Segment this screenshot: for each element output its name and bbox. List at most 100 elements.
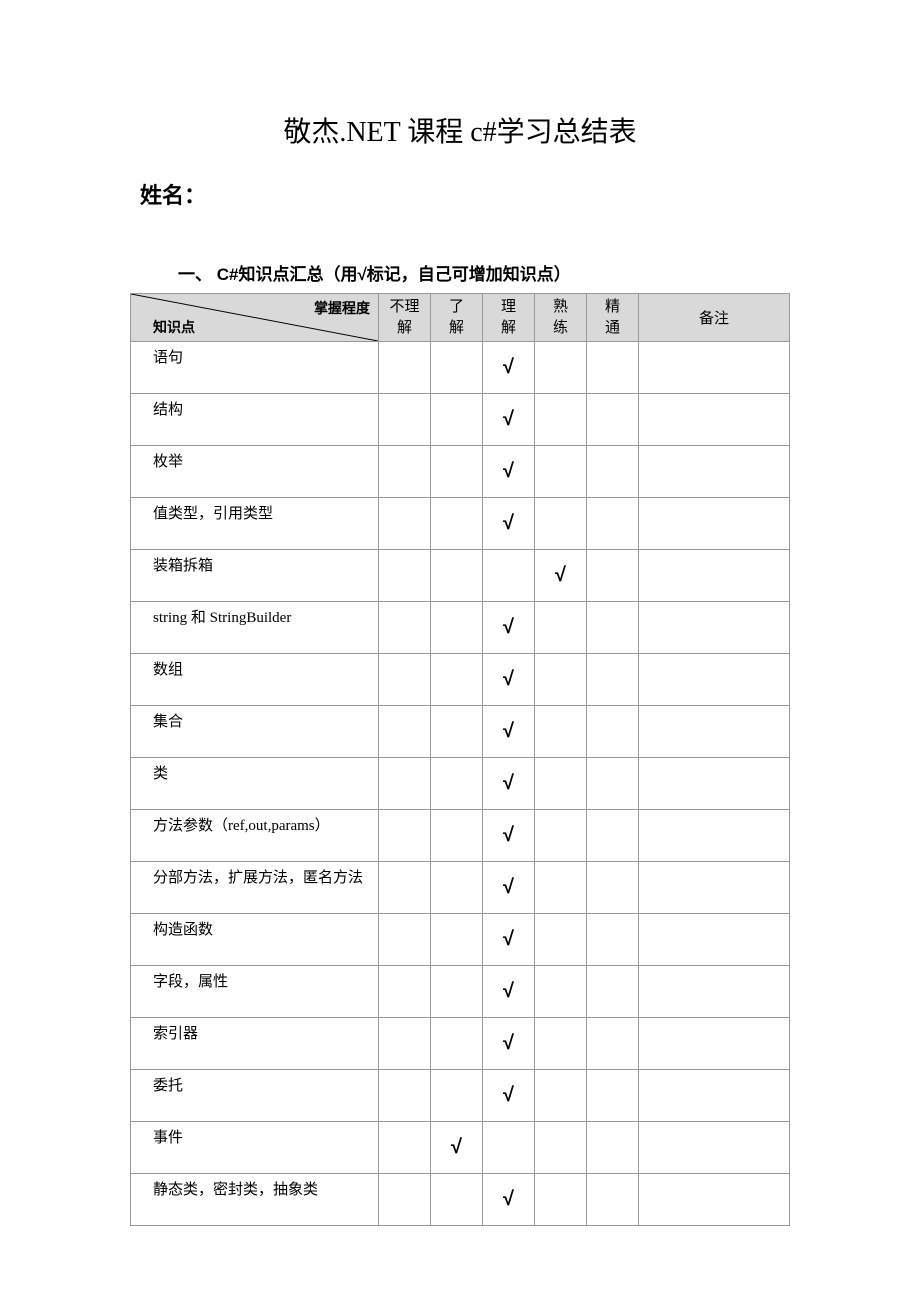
check-cell bbox=[431, 550, 483, 602]
check-cell bbox=[587, 758, 639, 810]
check-cell bbox=[587, 810, 639, 862]
check-cell bbox=[587, 1174, 639, 1226]
table-header-row: 掌握程度 知识点 不理 解 了 解 理 解 bbox=[131, 294, 790, 342]
check-cell bbox=[431, 966, 483, 1018]
remark-cell bbox=[639, 342, 790, 394]
check-cell bbox=[535, 1174, 587, 1226]
topic-cell: 语句 bbox=[131, 342, 379, 394]
topic-cell: 类 bbox=[131, 758, 379, 810]
remark-cell bbox=[639, 602, 790, 654]
table-row: 事件 √ bbox=[131, 1122, 790, 1174]
name-label: 姓名： bbox=[140, 178, 790, 210]
check-cell: √ bbox=[483, 914, 535, 966]
check-cell bbox=[535, 810, 587, 862]
check-cell bbox=[483, 550, 535, 602]
remark-cell bbox=[639, 1018, 790, 1070]
check-cell bbox=[379, 446, 431, 498]
remark-cell bbox=[639, 862, 790, 914]
check-cell: √ bbox=[431, 1122, 483, 1174]
check-cell bbox=[379, 914, 431, 966]
topic-cell: 字段，属性 bbox=[131, 966, 379, 1018]
check-cell bbox=[431, 810, 483, 862]
header-level-0: 不理 解 bbox=[379, 294, 431, 342]
check-cell bbox=[379, 498, 431, 550]
header-remark: 备注 bbox=[639, 294, 790, 342]
topic-cell: 集合 bbox=[131, 706, 379, 758]
check-cell bbox=[587, 342, 639, 394]
summary-table: 掌握程度 知识点 不理 解 了 解 理 解 bbox=[130, 293, 790, 1226]
check-cell bbox=[587, 446, 639, 498]
check-cell bbox=[431, 1070, 483, 1122]
check-cell bbox=[431, 498, 483, 550]
check-cell bbox=[431, 758, 483, 810]
remark-cell bbox=[639, 1174, 790, 1226]
table-row: 结构 √ bbox=[131, 394, 790, 446]
remark-cell bbox=[639, 966, 790, 1018]
check-cell bbox=[535, 1070, 587, 1122]
check-cell bbox=[431, 342, 483, 394]
check-cell bbox=[431, 706, 483, 758]
check-cell bbox=[379, 966, 431, 1018]
remark-cell bbox=[639, 1070, 790, 1122]
check-cell bbox=[535, 394, 587, 446]
check-cell: √ bbox=[483, 758, 535, 810]
table-row: 语句 √ bbox=[131, 342, 790, 394]
remark-cell bbox=[639, 550, 790, 602]
remark-cell bbox=[639, 706, 790, 758]
check-cell bbox=[535, 342, 587, 394]
table-body: 语句√结构√枚举√值类型，引用类型√装箱拆箱√string 和 StringBu… bbox=[131, 342, 790, 1226]
check-cell bbox=[379, 1174, 431, 1226]
topic-cell: 方法参数（ref,out,params） bbox=[131, 810, 379, 862]
table-row: 类√ bbox=[131, 758, 790, 810]
table-row: 值类型，引用类型√ bbox=[131, 498, 790, 550]
check-cell: √ bbox=[483, 862, 535, 914]
topic-cell: 分部方法，扩展方法，匿名方法 bbox=[131, 862, 379, 914]
remark-cell bbox=[639, 654, 790, 706]
section-title: C#知识点汇总（用√标记，自己可增加知识点） bbox=[217, 265, 571, 284]
remark-cell bbox=[639, 758, 790, 810]
check-cell bbox=[379, 1070, 431, 1122]
remark-cell bbox=[639, 498, 790, 550]
check-cell bbox=[431, 1174, 483, 1226]
table-row: 装箱拆箱 √ bbox=[131, 550, 790, 602]
check-cell: √ bbox=[535, 550, 587, 602]
check-cell bbox=[587, 1070, 639, 1122]
topic-cell: string 和 StringBuilder bbox=[131, 602, 379, 654]
remark-cell bbox=[639, 394, 790, 446]
check-cell: √ bbox=[483, 394, 535, 446]
check-cell: √ bbox=[483, 810, 535, 862]
remark-cell bbox=[639, 446, 790, 498]
check-cell bbox=[535, 654, 587, 706]
topic-cell: 事件 bbox=[131, 1122, 379, 1174]
check-cell bbox=[431, 914, 483, 966]
topic-cell: 枚举 bbox=[131, 446, 379, 498]
header-level-1: 了 解 bbox=[431, 294, 483, 342]
check-cell bbox=[483, 1122, 535, 1174]
check-cell bbox=[431, 1018, 483, 1070]
check-cell bbox=[535, 498, 587, 550]
table-row: 索引器√ bbox=[131, 1018, 790, 1070]
check-cell bbox=[587, 394, 639, 446]
section-heading: 一、 C#知识点汇总（用√标记，自己可增加知识点） bbox=[178, 260, 790, 285]
check-cell: √ bbox=[483, 446, 535, 498]
check-cell bbox=[431, 446, 483, 498]
check-cell bbox=[587, 966, 639, 1018]
topic-cell: 委托 bbox=[131, 1070, 379, 1122]
table-row: 集合√ bbox=[131, 706, 790, 758]
check-cell bbox=[587, 602, 639, 654]
check-cell: √ bbox=[483, 342, 535, 394]
topic-cell: 值类型，引用类型 bbox=[131, 498, 379, 550]
check-cell bbox=[587, 498, 639, 550]
check-cell bbox=[379, 550, 431, 602]
topic-cell: 数组 bbox=[131, 654, 379, 706]
check-cell bbox=[379, 342, 431, 394]
table-row: 数组√ bbox=[131, 654, 790, 706]
topic-cell: 装箱拆箱 bbox=[131, 550, 379, 602]
check-cell: √ bbox=[483, 966, 535, 1018]
table-row: 构造函数√ bbox=[131, 914, 790, 966]
check-cell bbox=[535, 1018, 587, 1070]
header-topic-label: 知识点 bbox=[153, 317, 195, 337]
remark-cell bbox=[639, 810, 790, 862]
topic-cell: 结构 bbox=[131, 394, 379, 446]
check-cell bbox=[587, 706, 639, 758]
